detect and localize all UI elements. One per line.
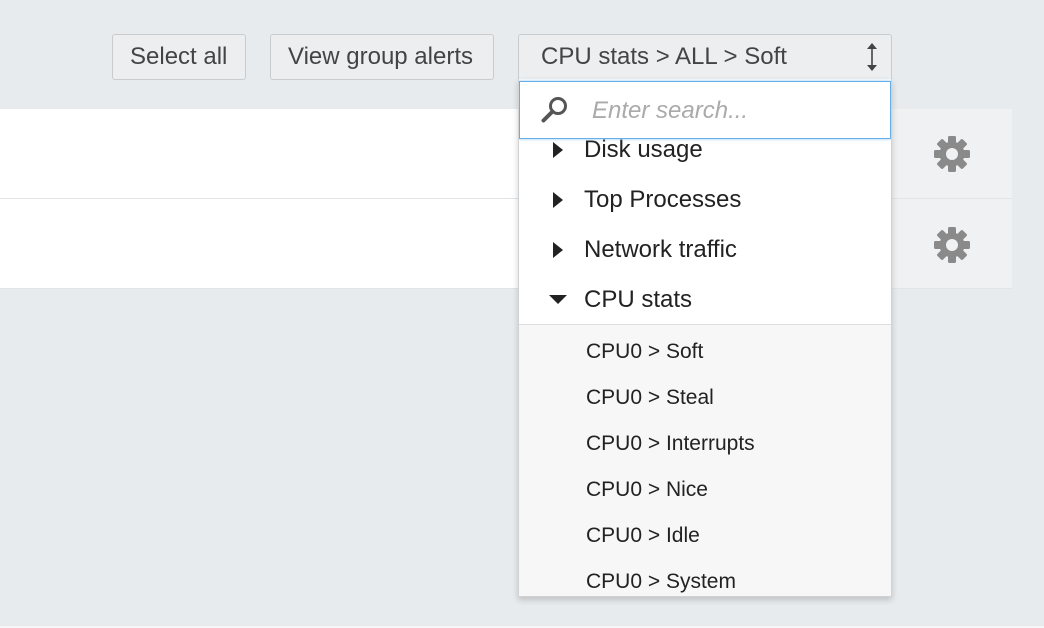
cpu-stats-sublist: CPU0 > Soft CPU0 > Steal CPU0 > Interrup…	[519, 324, 891, 596]
list-item[interactable]: CPU0 > Interrupts	[519, 421, 891, 467]
search-box[interactable]	[519, 81, 891, 139]
metric-dropdown-menu: Disk usage Top Processes Network traffic…	[518, 79, 892, 597]
list-item-label: CPU0 > Steal	[586, 386, 714, 409]
category-top-processes[interactable]: Top Processes	[519, 175, 891, 225]
gear-icon[interactable]	[933, 135, 971, 173]
view-group-alerts-button[interactable]: View group alerts	[270, 34, 494, 80]
list-item-label: CPU0 > Soft	[586, 340, 704, 363]
list-item[interactable]: CPU0 > Steal	[519, 375, 891, 421]
category-label: Top Processes	[584, 186, 742, 213]
sort-arrows-icon	[867, 43, 877, 71]
category-cpu-stats[interactable]: CPU stats	[519, 275, 891, 325]
caret-right-icon	[553, 242, 563, 258]
gear-icon[interactable]	[933, 226, 971, 264]
list-item[interactable]: CPU0 > Nice	[519, 467, 891, 513]
caret-right-icon	[553, 192, 563, 208]
metric-select-dropdown[interactable]: CPU stats > ALL > Soft	[518, 34, 892, 80]
category-label: CPU stats	[584, 286, 693, 313]
list-item-label: CPU0 > Interrupts	[586, 432, 755, 455]
search-icon	[541, 97, 567, 123]
list-item[interactable]: CPU0 > Soft	[519, 329, 891, 375]
list-item[interactable]: CPU0 > Idle	[519, 513, 891, 559]
category-network-traffic[interactable]: Network traffic	[519, 225, 891, 275]
list-item-label: CPU0 > Idle	[586, 524, 700, 547]
list-item-label: CPU0 > System	[586, 570, 736, 593]
select-all-button[interactable]: Select all	[112, 34, 246, 80]
caret-down-icon	[549, 295, 567, 304]
list-item-label: CPU0 > Nice	[586, 478, 708, 501]
metric-select-value: CPU stats > ALL > Soft	[541, 43, 787, 70]
category-label: Network traffic	[584, 236, 737, 263]
search-input[interactable]	[590, 88, 884, 134]
list-item[interactable]: CPU0 > System	[519, 559, 891, 596]
